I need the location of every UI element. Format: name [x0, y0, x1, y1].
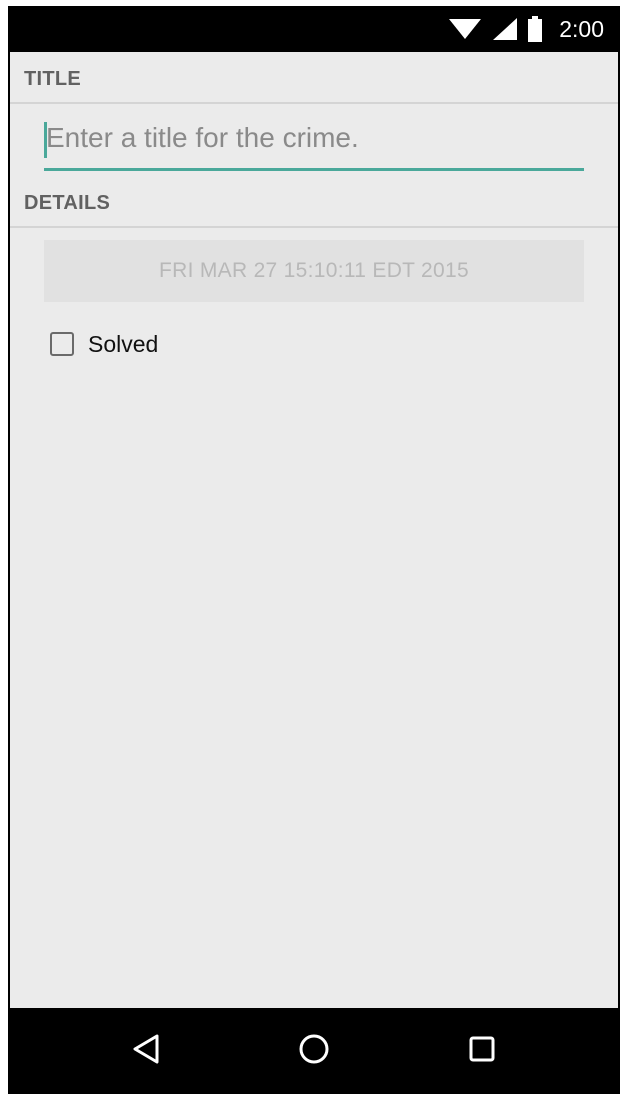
status-icons: 2:00 — [449, 6, 604, 52]
home-icon — [298, 1033, 330, 1070]
recents-button[interactable] — [460, 1029, 504, 1073]
cell-signal-icon — [491, 17, 518, 41]
navigation-bar — [8, 1008, 620, 1094]
title-field[interactable] — [44, 110, 584, 171]
back-icon — [131, 1033, 161, 1070]
details-section-header: DETAILS — [24, 192, 111, 214]
battery-icon — [527, 16, 543, 42]
crime-title-input[interactable] — [44, 110, 584, 166]
status-bar: 2:00 — [8, 6, 620, 52]
crime-date-button[interactable]: FRI MAR 27 15:10:11 EDT 2015 — [44, 240, 584, 302]
title-divider — [10, 102, 618, 104]
title-section-header: TITLE — [24, 68, 82, 90]
wifi-icon — [449, 17, 482, 41]
title-input-underline — [44, 168, 584, 171]
status-time: 2:00 — [559, 15, 604, 42]
back-button[interactable] — [124, 1029, 168, 1073]
recents-icon — [468, 1035, 496, 1068]
crime-detail-form: TITLE DETAILS FRI MAR 27 15:10:11 EDT 20… — [10, 52, 618, 1008]
solved-checkbox[interactable] — [50, 332, 74, 356]
details-divider — [10, 226, 618, 228]
solved-checkbox-row[interactable]: Solved — [50, 326, 158, 362]
home-button[interactable] — [292, 1029, 336, 1073]
phone-screen: 2:00 TITLE DETAILS FRI MAR 27 15:10:11 E… — [8, 6, 620, 1094]
solved-label: Solved — [88, 330, 159, 357]
